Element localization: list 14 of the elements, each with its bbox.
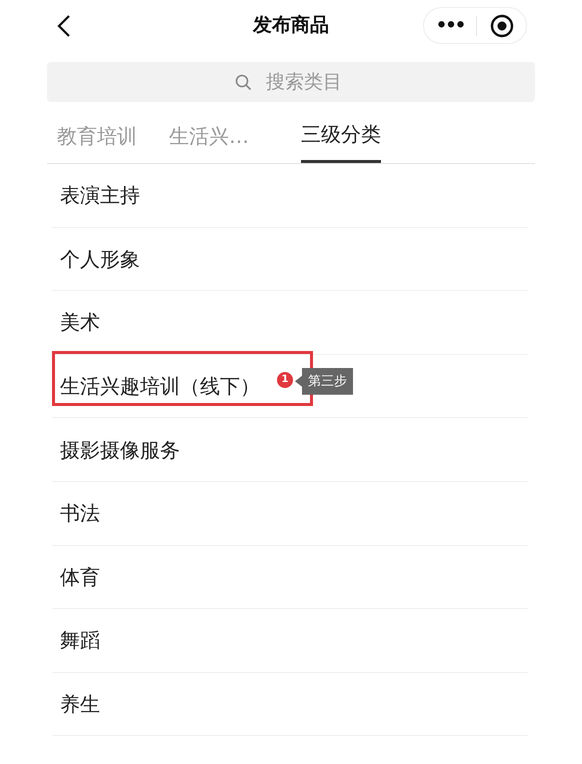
list-item[interactable]: 个人形象 [52,228,528,292]
list-item[interactable]: 摄影摄像服务 [52,418,528,482]
list-item[interactable]: 美术 [52,291,528,355]
list-item[interactable]: 舞蹈 [52,609,528,673]
list-item[interactable]: 体育 [52,546,528,610]
more-button[interactable]: ••• [424,16,476,36]
list-item[interactable]: 养生 [52,672,528,736]
step-tooltip: 第三步 [295,368,353,395]
tab[interactable]: 三级分类 [301,116,381,163]
search-field[interactable]: 搜索类目 [47,62,535,102]
page-title: 发布商品 [252,13,330,38]
step-badge: 1 [277,372,293,388]
list-item[interactable]: 表演主持 [52,164,528,228]
list-item[interactable]: 书法 [52,482,528,546]
